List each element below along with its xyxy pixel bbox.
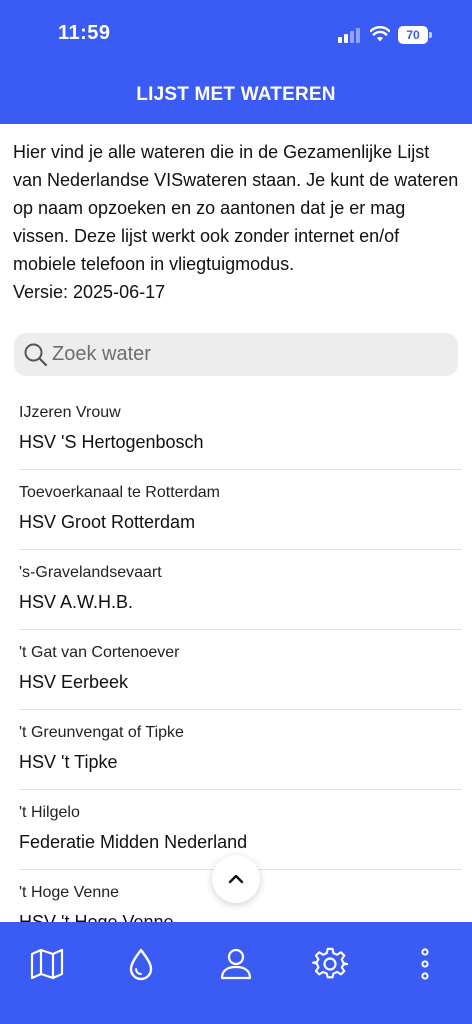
list-item[interactable]: IJzeren Vrouw HSV 'S Hertogenbosch [19,390,462,470]
wifi-icon [370,26,390,42]
water-owner: HSV 'S Hertogenbosch [19,432,204,452]
water-owner: Federatie Midden Nederland [19,832,248,852]
version-label: Versie: 2025-06-17 [13,282,166,302]
water-name: 't Gat van Cortenoever [19,644,180,661]
list-item[interactable]: 's-Gravelandsevaart HSV A.W.H.B. [19,550,462,630]
tab-more[interactable] [395,934,455,994]
status-bar: 11:59 70 [0,0,472,70]
search-icon [24,343,48,367]
intro-text: Hier vind je alle wateren die in de Geza… [13,142,459,274]
water-owner: HSV A.W.H.B. [19,592,134,612]
water-name: Toevoerkanaal te Rotterdam [19,484,220,501]
page-title: LIJST MET WATEREN [136,84,336,105]
list-item[interactable]: 't Gat van Cortenoever HSV Eerbeek [19,630,462,710]
battery-level: 70 [398,26,428,44]
water-name: IJzeren Vrouw [19,404,121,421]
water-name: 't Hoge Venne [19,884,120,901]
water-owner: HSV Groot Rotterdam [19,512,196,532]
user-icon [220,948,252,980]
water-owner: HSV Eerbeek [19,672,129,692]
water-owner: HSV 't Tipke [19,752,118,772]
main-content[interactable]: Hier vind je alle wateren die in de Geza… [0,124,472,922]
battery-icon: 70 [398,26,432,44]
more-vertical-icon [421,948,429,980]
list-item[interactable]: 't Greunvengat of Tipke HSV 't Tipke [19,710,462,790]
chevron-up-icon [228,874,244,884]
water-name: 't Greunvengat of Tipke [19,724,184,741]
tab-waters[interactable] [111,934,171,994]
water-name: 's-Gravelandsevaart [19,564,162,581]
cellular-signal-icon [338,27,362,43]
status-time: 11:59 [58,22,111,44]
tab-map[interactable] [17,934,77,994]
water-owner: HSV 't Hoge Venne [19,912,174,922]
list-item[interactable]: Toevoerkanaal te Rotterdam HSV Groot Rot… [19,470,462,550]
settings-icon [312,947,348,979]
scroll-to-top-button[interactable] [212,855,260,903]
water-drop-icon [129,948,153,981]
tab-bar [0,922,472,1024]
search-box[interactable] [14,333,458,376]
water-list: IJzeren Vrouw HSV 'S Hertogenbosch Toevo… [0,390,472,922]
tab-profile[interactable] [206,934,266,994]
water-name: 't Hilgelo [19,804,80,821]
search-input[interactable] [52,333,452,376]
app-header: 11:59 70 LIJST MET WATEREN [0,0,472,124]
map-icon [30,948,64,980]
tab-settings[interactable] [300,934,360,994]
